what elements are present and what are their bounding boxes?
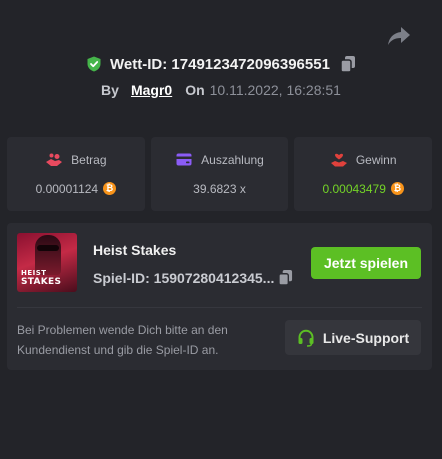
- share-arrow-icon: [387, 26, 411, 46]
- play-now-button[interactable]: Jetzt spielen: [311, 247, 421, 279]
- wallet-card-icon: [175, 153, 193, 167]
- verified-shield-icon: [86, 56, 102, 72]
- username-link[interactable]: Magr0: [131, 82, 172, 98]
- hand-heart-icon: [330, 153, 348, 167]
- bitcoin-coin-icon: ₿: [390, 182, 404, 195]
- thumbnail-title-line2: STAKES: [21, 277, 62, 287]
- payout-label: Auszahlung: [201, 152, 264, 167]
- thumbnail-title-line1: HEIST: [21, 269, 47, 277]
- stat-win: Gewinn 0.00043479 ₿: [294, 137, 433, 211]
- headset-icon: [297, 329, 315, 347]
- amount-value: 0.00001124: [35, 181, 99, 196]
- by-label: By: [101, 82, 119, 98]
- win-label: Gewinn: [355, 152, 397, 167]
- hand-coins-icon: [45, 153, 63, 167]
- copy-bet-id-icon[interactable]: [340, 55, 356, 73]
- game-thumbnail[interactable]: HEIST STAKES: [17, 233, 77, 292]
- bitcoin-coin-icon: ₿: [103, 182, 117, 195]
- stat-amount: Betrag 0.00001124 ₿: [7, 137, 145, 211]
- game-id-text: Spiel-ID: 15907280412345...: [93, 269, 275, 286]
- bet-meta-row: By Magr0 On 10.11.2022, 16:28:51: [0, 82, 442, 98]
- divider: [17, 307, 422, 308]
- share-button[interactable]: [386, 24, 412, 48]
- thumbnail-mask: [37, 245, 59, 251]
- bet-stats: Betrag 0.00001124 ₿ Auszahlung 39.6823 x…: [7, 137, 433, 211]
- stat-payout: Auszahlung 39.6823 x: [150, 137, 289, 211]
- game-card: HEIST STAKES Heist Stakes Spiel-ID: 1590…: [7, 223, 432, 370]
- live-support-button[interactable]: Live-Support: [285, 320, 421, 355]
- on-label: On: [185, 82, 205, 98]
- bet-date: 10.11.2022, 16:28:51: [209, 82, 341, 98]
- bet-id-row: Wett-ID: 1749123472096396551: [0, 55, 442, 73]
- live-support-label: Live-Support: [322, 329, 410, 346]
- game-id-row: Spiel-ID: 15907280412345...: [93, 269, 293, 286]
- amount-label: Betrag: [71, 152, 107, 167]
- win-value: 0.00043479: [322, 181, 386, 196]
- support-notice: Bei Problemen wende Dich bitte an den Ku…: [17, 323, 228, 357]
- payout-value: 39.6823 x: [193, 181, 246, 196]
- game-title: Heist Stakes: [93, 242, 177, 258]
- bet-id-text: Wett-ID: 1749123472096396551: [110, 55, 330, 73]
- copy-game-id-icon[interactable]: [278, 269, 293, 286]
